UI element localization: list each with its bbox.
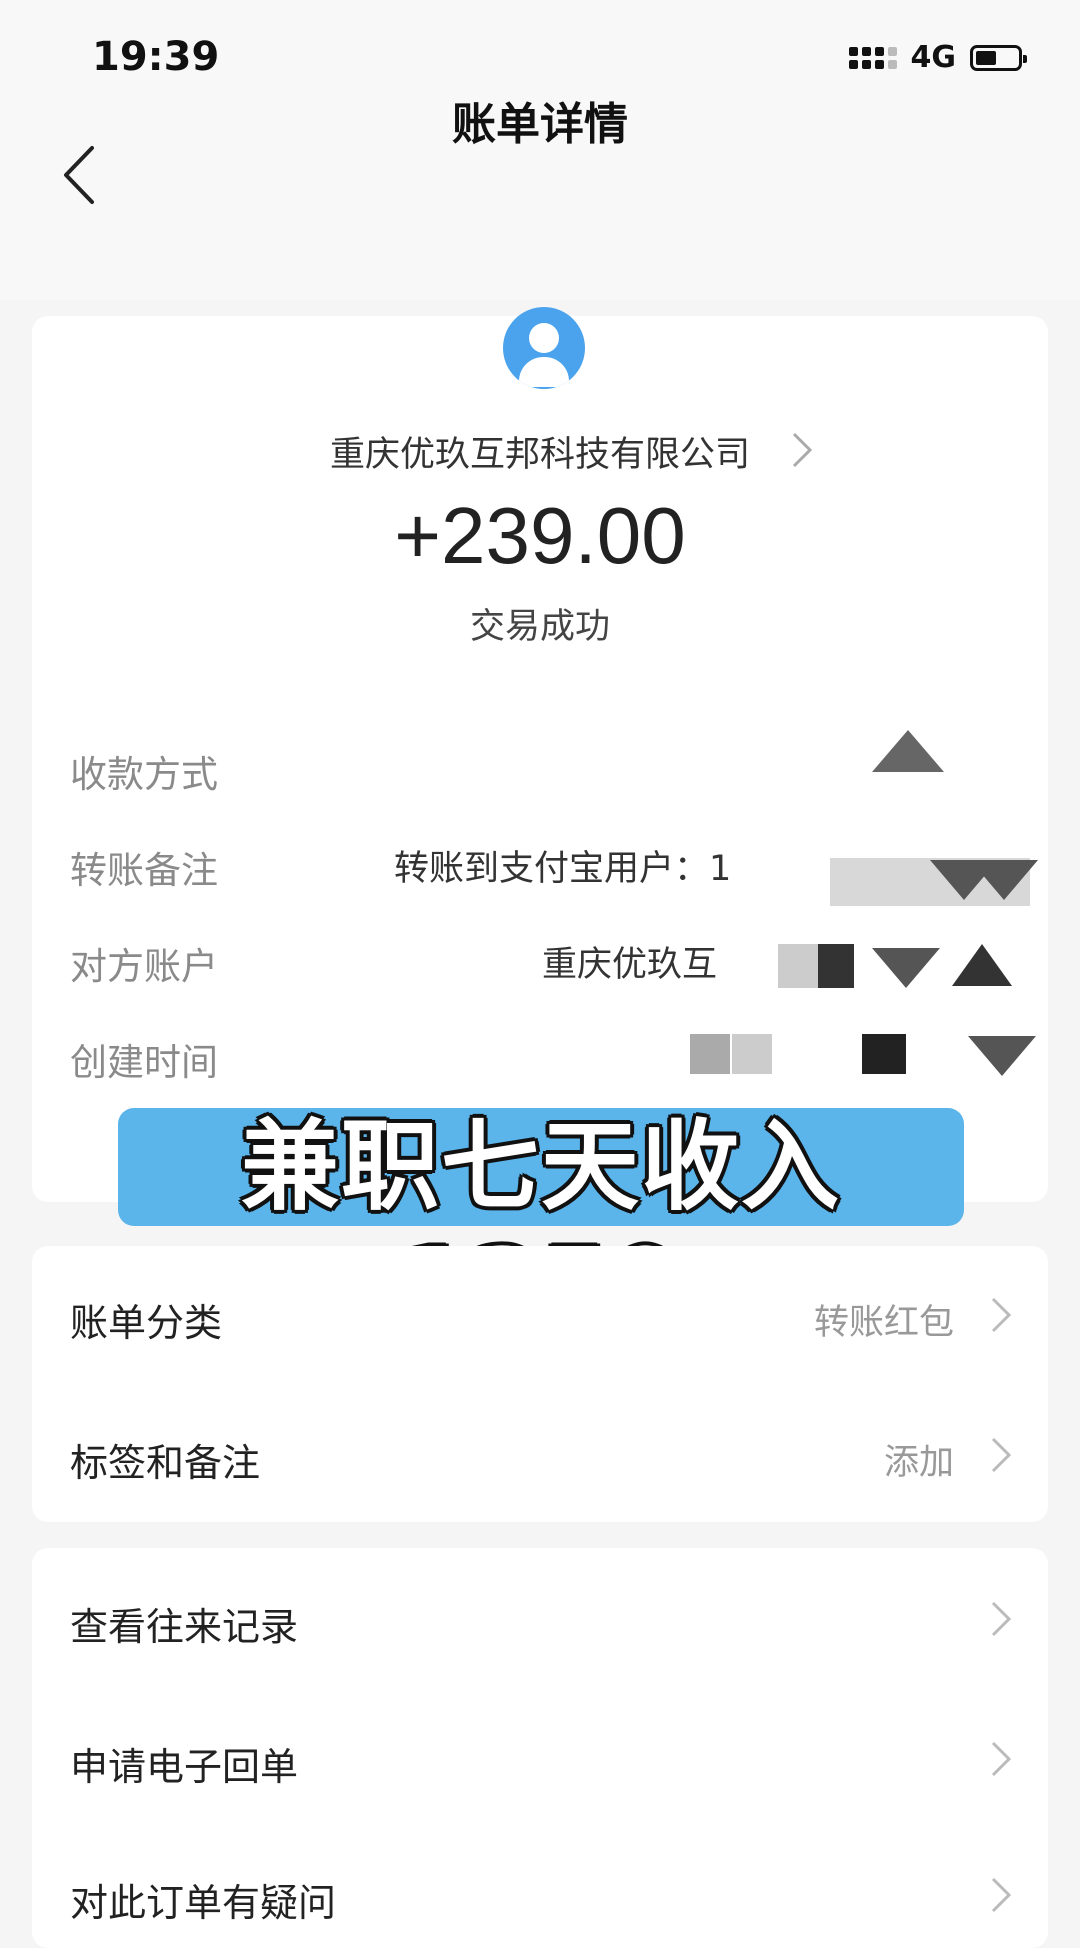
redacted-mosaic bbox=[970, 860, 1038, 900]
menu-item-tags-notes[interactable]: 标签和备注 bbox=[70, 1432, 260, 1487]
menu-item-order-question[interactable]: 对此订单有疑问 bbox=[70, 1872, 336, 1927]
battery-icon bbox=[970, 44, 1027, 71]
redacted-mosaic bbox=[872, 730, 944, 772]
menu-item-bill-category[interactable]: 账单分类 bbox=[70, 1292, 222, 1347]
signal-icon bbox=[848, 46, 897, 69]
back-arrow-icon[interactable] bbox=[58, 140, 118, 210]
bill-category-value[interactable]: 转账红包 bbox=[814, 1294, 954, 1345]
redacted-mosaic bbox=[732, 1034, 772, 1074]
merchant-name[interactable]: 重庆优玖互邦科技有限公司 bbox=[0, 426, 1080, 477]
detail-label-created-time: 创建时间 bbox=[70, 1041, 218, 1084]
promo-banner-text: 兼职七天收入1350 bbox=[240, 1110, 841, 1342]
transaction-status: 交易成功 bbox=[469, 607, 610, 647]
redacted-mosaic bbox=[778, 944, 818, 988]
detail-value-counterparty: 重庆优玖互 bbox=[542, 945, 718, 985]
transaction-amount: +239.00 bbox=[394, 491, 686, 580]
detail-label-remark: 转账备注 bbox=[70, 849, 218, 892]
redacted-mosaic bbox=[862, 1034, 906, 1074]
network-type: 4G bbox=[910, 40, 957, 75]
redacted-mosaic bbox=[690, 1034, 730, 1074]
detail-label-payment-method: 收款方式 bbox=[70, 753, 218, 796]
redacted-mosaic bbox=[968, 1036, 1036, 1076]
tags-notes-value[interactable]: 添加 bbox=[884, 1434, 954, 1485]
chevron-right-icon[interactable] bbox=[990, 1436, 1012, 1474]
detail-label-counterparty: 对方账户 bbox=[70, 945, 218, 988]
avatar-icon bbox=[503, 307, 585, 389]
status-icons: 4G bbox=[848, 40, 1027, 75]
menu-item-e-receipt[interactable]: 申请电子回单 bbox=[70, 1736, 298, 1791]
redacted-mosaic bbox=[818, 944, 854, 988]
chevron-right-icon[interactable] bbox=[990, 1740, 1012, 1778]
menu-item-transaction-history[interactable]: 查看往来记录 bbox=[70, 1596, 298, 1651]
chevron-right-icon[interactable] bbox=[990, 1876, 1012, 1914]
redacted-mosaic bbox=[872, 948, 940, 988]
redacted-mosaic bbox=[952, 944, 1012, 986]
status-time: 19:39 bbox=[92, 34, 220, 80]
chevron-right-icon[interactable] bbox=[990, 1600, 1012, 1638]
chevron-right-icon[interactable] bbox=[990, 1296, 1012, 1334]
page-title: 账单详情 bbox=[452, 99, 628, 150]
chevron-right-icon[interactable] bbox=[790, 430, 814, 470]
detail-value-remark: 转账到支付宝用户：1 bbox=[394, 849, 732, 889]
